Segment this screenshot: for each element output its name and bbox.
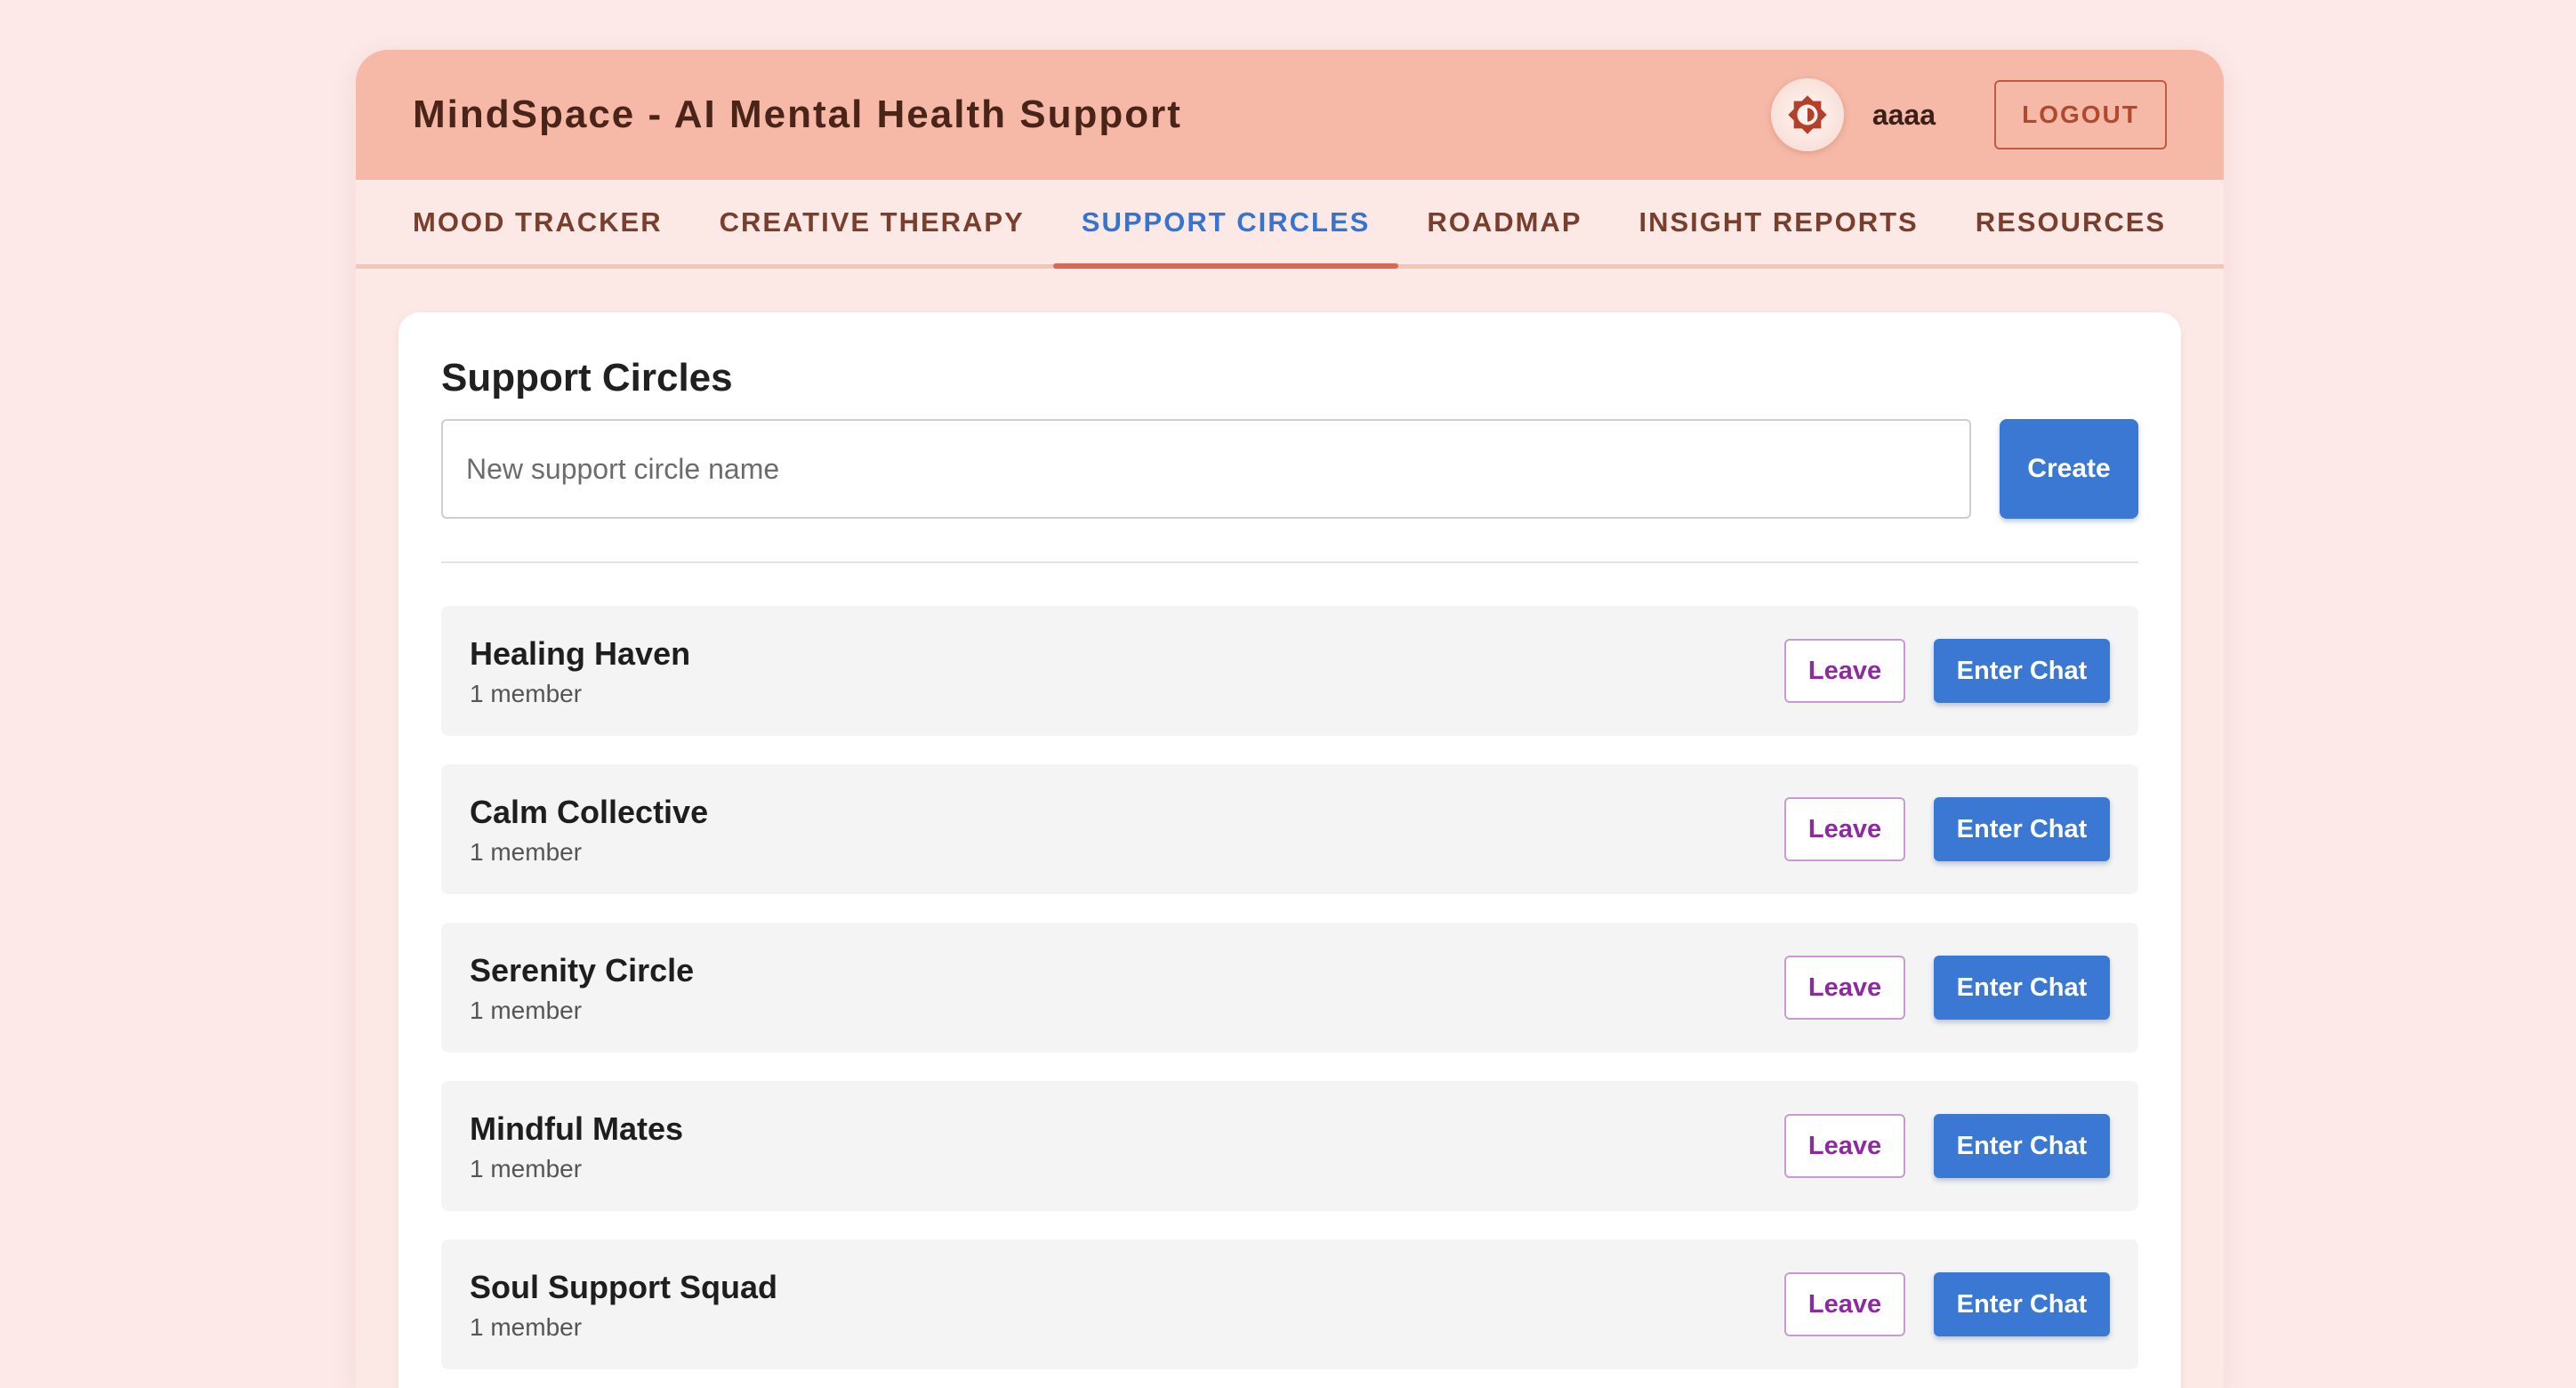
tab-mood-tracker[interactable]: MOOD TRACKER [384,180,691,264]
create-circle-row: Create [441,419,2138,520]
circle-actions: Leave Enter Chat [1784,1272,2110,1337]
list-item: Mindful Mates 1 member Leave Enter Chat [441,1081,2138,1212]
theme-toggle-button[interactable] [1770,78,1844,151]
page-title: Support Circles [441,356,733,399]
tab-roadmap[interactable]: ROADMAP [1398,180,1610,264]
username: aaaa [1872,98,1936,131]
circle-info: Serenity Circle 1 member [470,951,694,1025]
circle-actions: Leave Enter Chat [1784,956,2110,1021]
enter-chat-button[interactable]: Enter Chat [1934,797,2110,862]
app-header: MindSpace - AI Mental Health Support aaa… [356,50,2224,180]
member-count: 1 member [470,1312,583,1341]
circle-info: Calm Collective 1 member [470,793,708,867]
circle-name: Calm Collective [470,793,709,830]
app-window: MindSpace - AI Mental Health Support aaa… [356,50,2224,1388]
app-title: MindSpace - AI Mental Health Support [413,93,1182,136]
list-item: Healing Haven 1 member Leave Enter Chat [441,606,2138,737]
tab-resources[interactable]: RESOURCES [1947,180,2194,264]
circle-info: Healing Haven 1 member [470,634,690,708]
circle-name: Mindful Mates [470,1110,683,1147]
enter-chat-button[interactable]: Enter Chat [1934,1272,2110,1337]
member-count: 1 member [470,837,583,866]
list-item: Soul Support Squad 1 member Leave Enter … [441,1239,2138,1370]
leave-button[interactable]: Leave [1784,639,1905,704]
circle-name: Soul Support Squad [470,1268,777,1305]
main-tabs: MOOD TRACKER CREATIVE THERAPY SUPPORT CI… [356,180,2224,269]
circle-actions: Leave Enter Chat [1784,639,2110,704]
circle-name: Serenity Circle [470,951,695,989]
logout-button[interactable]: LOGOUT [1994,80,2167,149]
list-item: Serenity Circle 1 member Leave Enter Cha… [441,923,2138,1053]
brightness-icon [1788,95,1827,134]
tab-insight-reports[interactable]: INSIGHT REPORTS [1611,180,1947,264]
enter-chat-button[interactable]: Enter Chat [1934,1114,2110,1179]
circle-name: Healing Haven [470,634,691,672]
circle-info: Soul Support Squad 1 member [470,1268,777,1342]
tab-creative-therapy[interactable]: CREATIVE THERAPY [691,180,1053,264]
circle-actions: Leave Enter Chat [1784,797,2110,862]
enter-chat-button[interactable]: Enter Chat [1934,639,2110,704]
tab-support-circles[interactable]: SUPPORT CIRCLES [1052,180,1399,269]
enter-chat-button[interactable]: Enter Chat [1934,956,2110,1021]
member-count: 1 member [470,996,583,1024]
circle-name-input[interactable] [441,419,1971,520]
create-button[interactable]: Create [2000,419,2138,520]
list-item: Calm Collective 1 member Leave Enter Cha… [441,764,2138,895]
circle-list: Healing Haven 1 member Leave Enter Chat … [441,606,2138,1370]
member-count: 1 member [470,1154,583,1182]
leave-button[interactable]: Leave [1784,956,1905,1021]
leave-button[interactable]: Leave [1784,1114,1905,1179]
divider [441,561,2138,564]
member-count: 1 member [470,679,583,707]
leave-button[interactable]: Leave [1784,797,1905,862]
header-actions: aaaa LOGOUT [1770,78,2167,151]
support-circles-card: Support Circles Create Healing Haven 1 m… [398,312,2181,1388]
circle-actions: Leave Enter Chat [1784,1114,2110,1179]
leave-button[interactable]: Leave [1784,1272,1905,1337]
circle-info: Mindful Mates 1 member [470,1110,683,1183]
